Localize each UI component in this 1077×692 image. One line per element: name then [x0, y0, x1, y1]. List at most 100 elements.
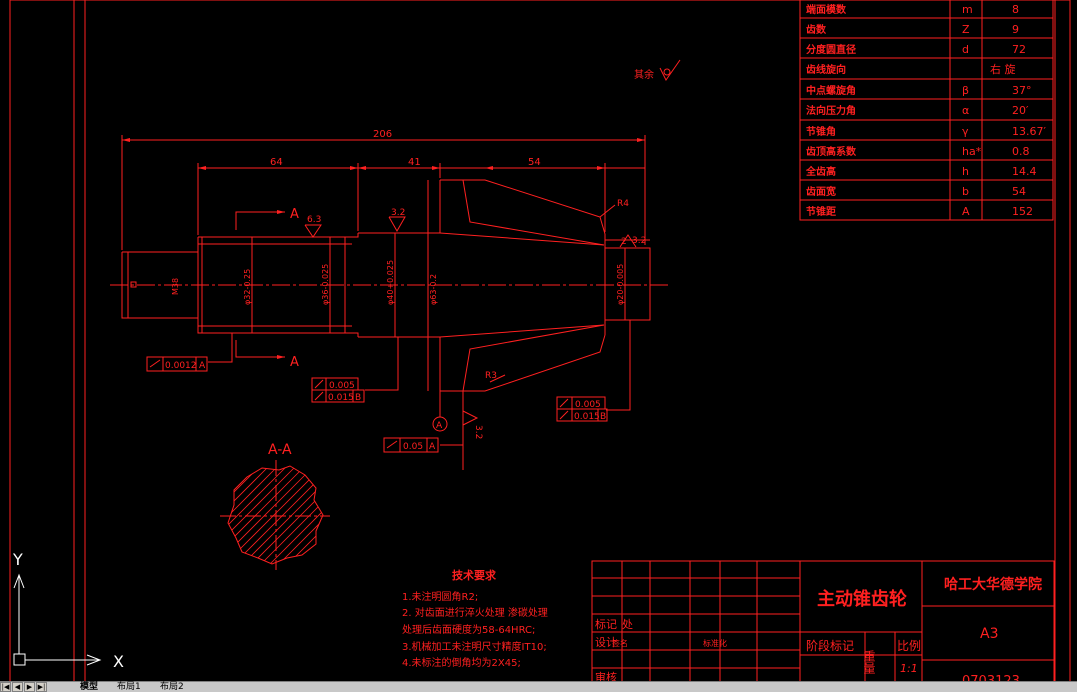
gear-table-text: 端面模数 m 8 齿数 Z 9 分度圆直径 d 72 齿线旋向 右 旋中点螺旋角 β 37° 法向压力角 α… [805, 3, 1046, 218]
tech-req-line-5: 4.未标注的倒角均为2X45; [402, 656, 521, 669]
drawing-number: 0703123 [962, 674, 1020, 681]
ucs-y-label: Y [12, 550, 23, 569]
outer-frame [9, 0, 1071, 681]
tech-req-line-3: 处理后齿面硬度为58-64HRC; [402, 623, 535, 636]
table-param-symbol: h [962, 165, 969, 178]
dim-2: 2 [621, 237, 627, 247]
std-label: 标准化 [703, 638, 727, 648]
table-param-value: 8 [1012, 3, 1019, 16]
hatch-line [117, 468, 213, 564]
hatch-line [108, 468, 204, 564]
dim-total: 206 [373, 129, 392, 140]
dim-phi40: φ40+0.025 [386, 260, 395, 305]
audit-label: 审核 [595, 670, 617, 681]
tech-req-line-2: 2. 对齿面进行淬火处理 渗碳处理 [402, 606, 548, 619]
tol-1-value: 0.0012 [165, 361, 197, 371]
table-param-value: 72 [1012, 43, 1026, 56]
table-param-value: 37° [1012, 84, 1032, 97]
table-param-value: 20′ [1012, 104, 1029, 117]
table-param-name: 法向压力角 [806, 104, 856, 117]
tol-3a-value: 0.005 [575, 400, 601, 410]
tol-2b-datum: B [355, 393, 361, 403]
table-param-symbol: d [962, 43, 969, 56]
scale-value: 1:1 [900, 662, 918, 675]
table-param-symbol: γ [962, 125, 969, 138]
tol-1-datum: A [199, 361, 206, 371]
tol-3b-datum: B [600, 412, 606, 422]
table-param-value: 9 [1012, 23, 1019, 36]
paper-size: A3 [980, 626, 998, 642]
table-param-value: 152 [1012, 205, 1033, 218]
drawing-canvas[interactable]: 端面模数 m 8 齿数 Z 9 分度圆直径 d 72 齿线旋向 右 旋中点螺旋角 β 37° 法向压力角 α… [0, 0, 1077, 681]
ucs-icon [13, 573, 102, 666]
table-param-symbol: b [962, 185, 969, 198]
school-name: 哈工大华德学院 [944, 576, 1042, 593]
table-param-value: 13.67′ [1012, 125, 1046, 138]
roughness-6-3: 6.3 [307, 215, 321, 225]
part-name: 主动锥齿轮 [817, 588, 907, 610]
table-param-name: 端面模数 [806, 3, 847, 16]
table-param-symbol: Z [962, 23, 970, 36]
table-param-name: 全齿高 [805, 165, 836, 178]
scale-label: 比例 [897, 639, 921, 653]
dim-phi63: φ63-0.2 [429, 274, 438, 305]
hatch-line [228, 467, 232, 564]
section-label-top: A [290, 207, 299, 222]
zone-label: 处 [622, 618, 633, 631]
roughness-3-2-c: 3.2 [473, 425, 483, 439]
tech-req-line-1: 1.未注明圆角R2; [402, 590, 478, 603]
tol-3b-value: 0.015 [574, 412, 600, 422]
table-param-value: 右 旋 [990, 62, 1016, 76]
dim-phi32: φ32-0.25 [243, 269, 252, 305]
table-param-name: 齿顶高系数 [806, 145, 857, 158]
table-param-symbol: A [962, 205, 970, 218]
table-param-symbol: β [962, 84, 969, 97]
roughness-3-2-b: 3.2 [632, 236, 646, 246]
table-param-name: 齿数 [806, 23, 827, 36]
table-param-symbol: m [962, 3, 973, 16]
dim-m38: M38 [171, 278, 180, 295]
dim-r3: R3 [485, 371, 497, 381]
table-param-name: 中点螺旋角 [806, 84, 856, 97]
layout-tab-bar: |◀ ◀ ▶ ▶| 模型 布局1 布局2 [0, 681, 1077, 692]
dim-64: 64 [270, 157, 283, 168]
tol-2b-value: 0.015 [328, 393, 354, 403]
table-param-name: 齿线旋向 [806, 63, 846, 76]
section-label-bottom: A [290, 355, 299, 370]
table-param-name: 节锥角 [806, 125, 836, 138]
hatch-line [333, 468, 429, 564]
table-param-name: 节锥距 [806, 205, 836, 218]
weight-label: 重量 [862, 650, 876, 674]
table-param-name: 分度圆直径 [806, 43, 856, 56]
tol-4-value: 0.05 [403, 442, 423, 452]
hatch-line [342, 468, 438, 564]
hatch-line [228, 467, 259, 564]
tech-req-title: 技术要求 [452, 568, 497, 582]
datum-a-letter: A [436, 421, 443, 431]
hatch-line [324, 468, 420, 564]
tech-req-line-4: 3.机械加工未注明尺寸精度IT10; [402, 640, 547, 653]
table-param-symbol: ha* [962, 145, 982, 158]
dim-phi20: φ20-0.005 [616, 264, 625, 305]
hatch-line [126, 468, 222, 564]
sign-label: 签名 [612, 638, 628, 648]
dim-54: 54 [528, 157, 541, 168]
table-param-value: 14.4 [1012, 165, 1037, 178]
table-param-symbol: α [962, 104, 969, 117]
table-param-value: 54 [1012, 185, 1026, 198]
section-hatch [108, 467, 438, 564]
ucs-x-label: X [113, 652, 124, 671]
dim-phi36: φ36-0.025 [321, 264, 330, 305]
section-view [220, 460, 330, 570]
tol-4-datum: A [429, 442, 436, 452]
table-param-value: 0.8 [1012, 145, 1030, 158]
stage-label: 阶段标记 [806, 638, 854, 653]
inner-frame [84, 0, 1056, 681]
tol-2a-value: 0.005 [329, 381, 355, 391]
dim-41: 41 [408, 157, 421, 168]
mark-label: 标记 [595, 617, 617, 631]
table-param-name: 齿面宽 [806, 185, 836, 198]
roughness-rest: 其余 [634, 68, 654, 81]
roughness-3-2-a: 3.2 [391, 208, 405, 218]
dim-r4: R4 [617, 199, 629, 209]
